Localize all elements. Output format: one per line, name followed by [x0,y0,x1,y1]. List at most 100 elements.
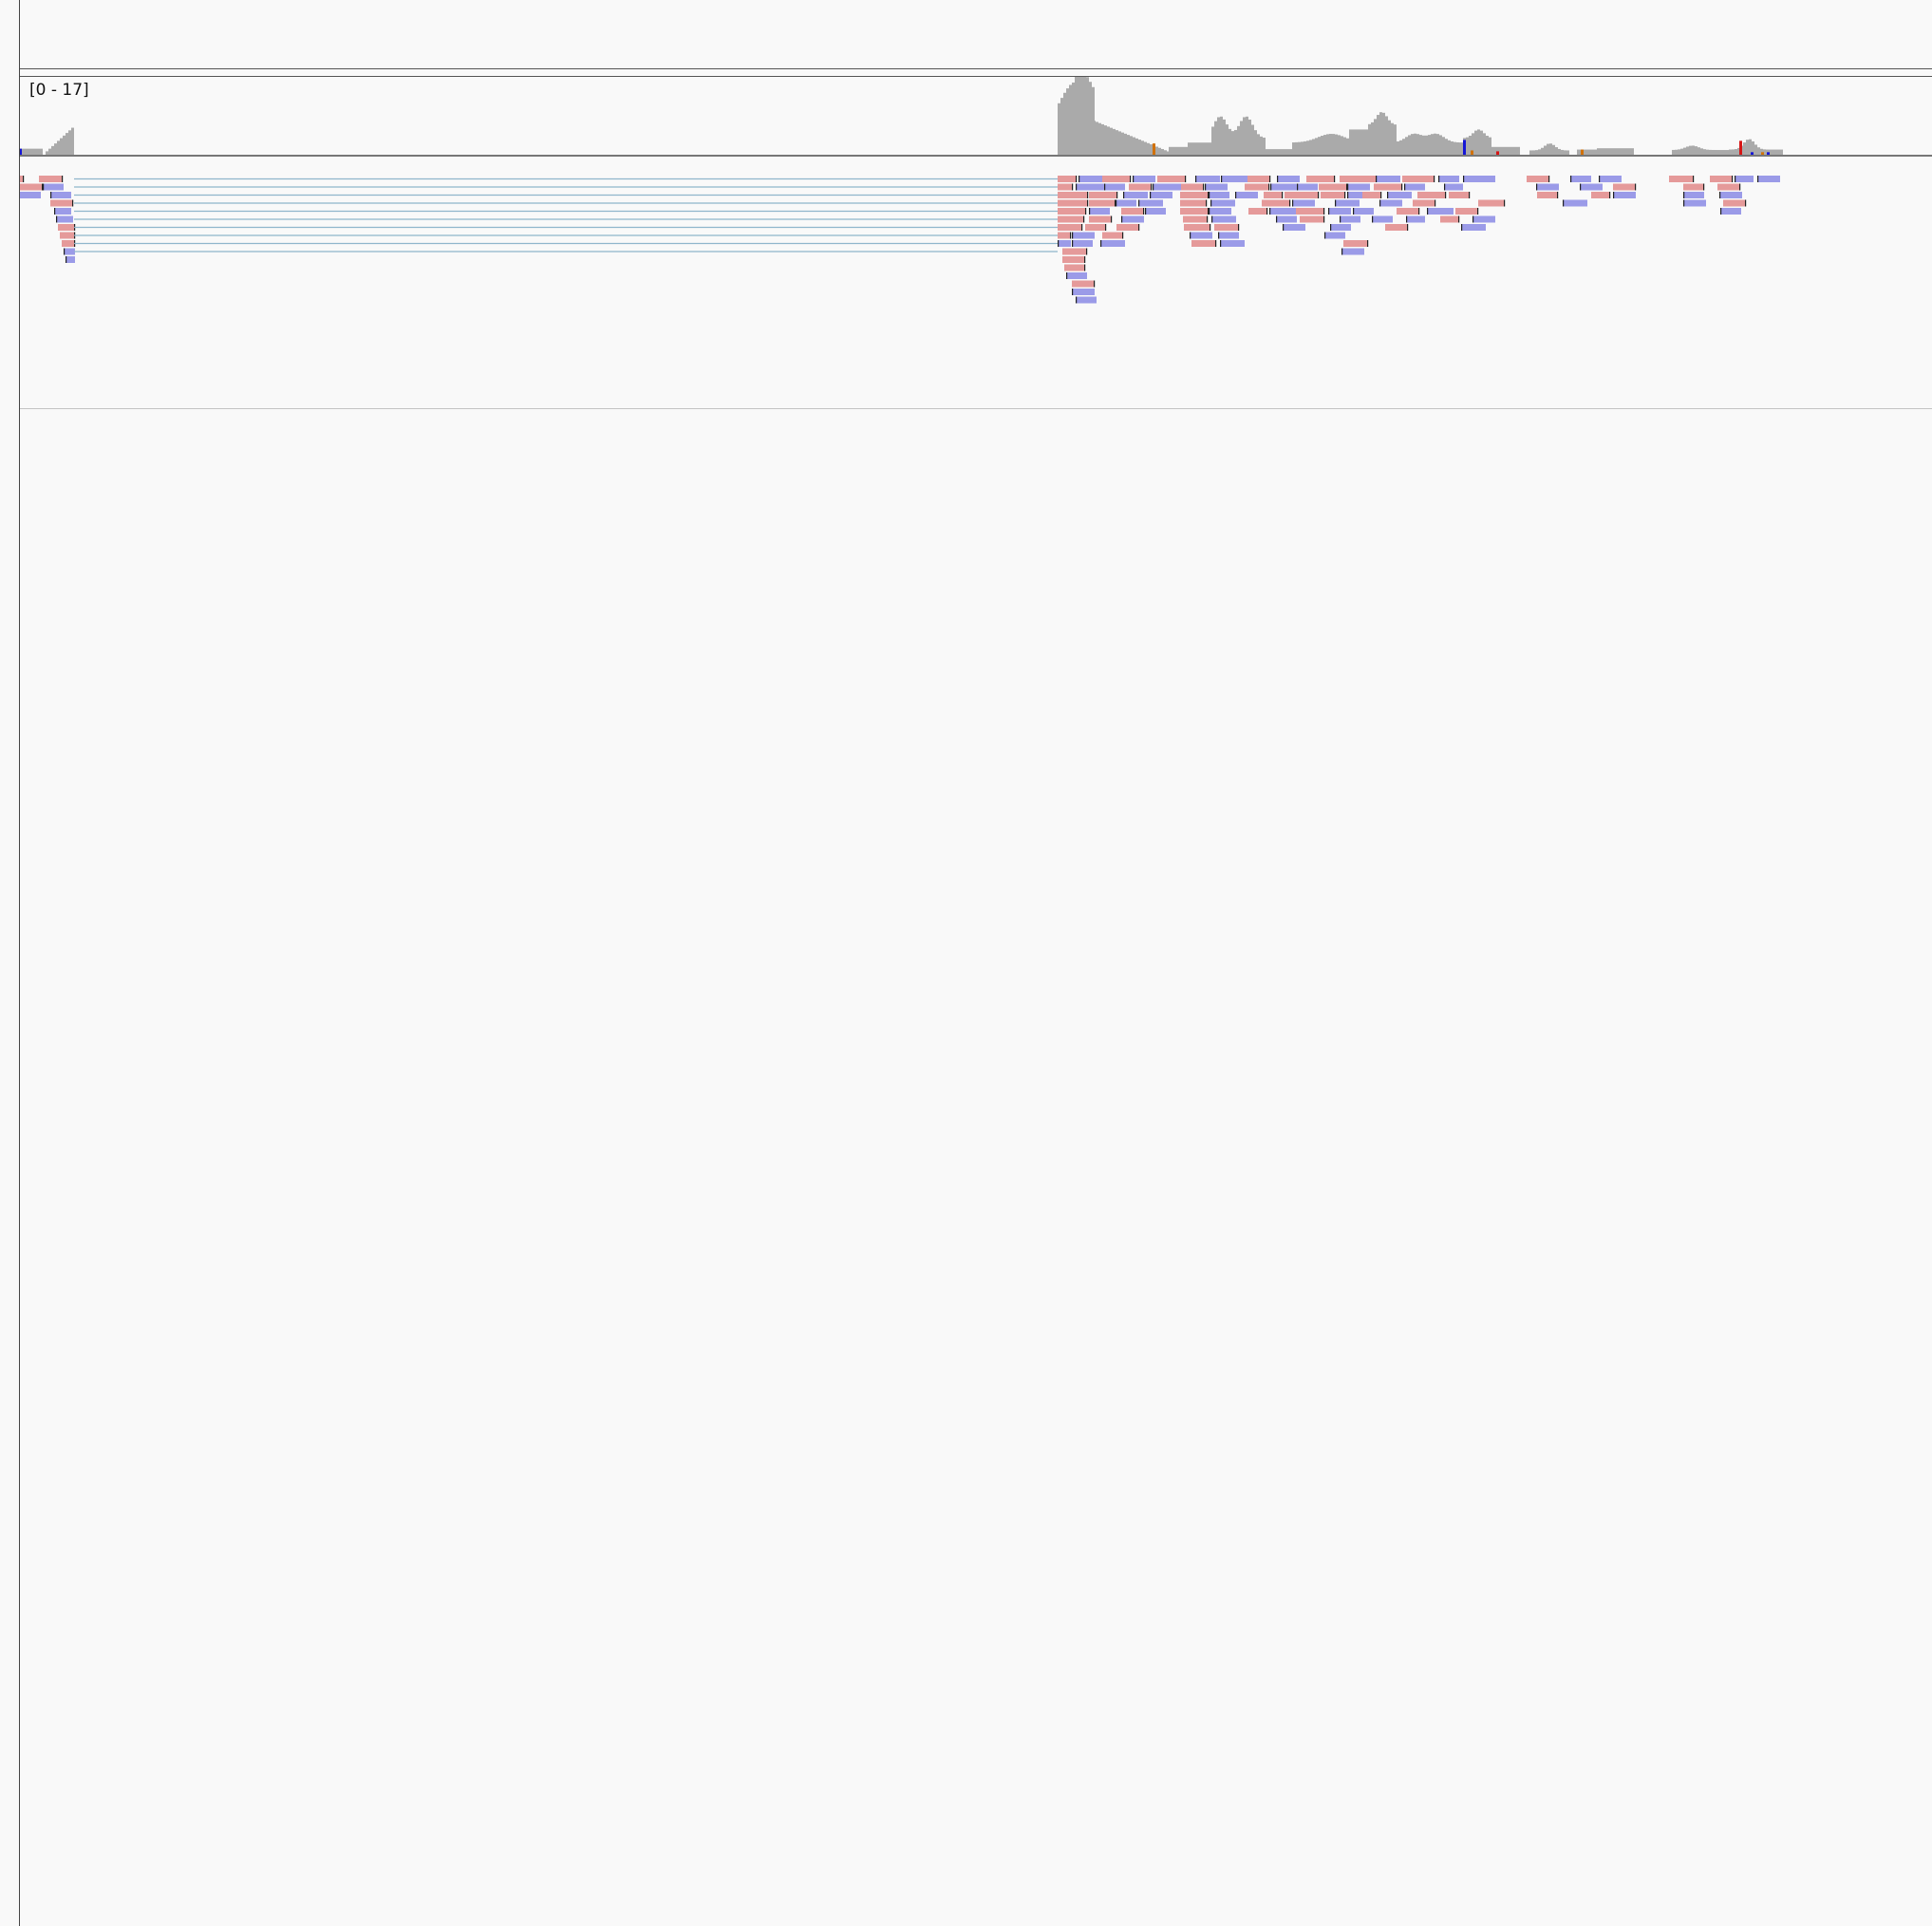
coverage-bar [1743,142,1746,156]
read-reverse [1324,232,1345,239]
coverage-bar [1292,142,1295,156]
softclip-mark [1123,192,1125,198]
softclip-mark [1458,215,1460,223]
softclip-mark [1570,176,1572,182]
read-forward [1180,208,1209,215]
coverage-bar [1358,129,1360,156]
coverage-bar [1394,124,1397,156]
softclip-mark [1344,192,1346,198]
read-reverse [1599,176,1622,182]
coverage-track[interactable] [20,76,1932,157]
coverage-bar [1480,130,1483,156]
coverage-bar [1063,92,1066,156]
read-forward [1248,208,1267,215]
coverage-bar [1352,129,1355,156]
coverage-bar [1234,129,1237,156]
coverage-bar [1379,112,1382,156]
coverage-bar [1459,142,1462,156]
softclip-mark [1190,232,1191,239]
softclip-mark [1599,176,1601,182]
read-reverse [1406,215,1425,223]
read-forward [60,232,75,239]
read-forward [1591,192,1610,198]
read-reverse [1270,183,1299,191]
coverage-bar [1332,134,1335,156]
softclip-mark [1353,208,1355,215]
coverage-bar [1113,128,1116,156]
softclip-mark [1745,199,1747,207]
softclip-mark [1203,183,1205,191]
coverage-bar [1483,133,1486,156]
softclip-mark [1635,183,1637,191]
read-reverse [1150,192,1172,198]
softclip-mark [1207,215,1209,223]
softclip-mark [50,192,52,198]
read-forward [1300,215,1324,223]
read-reverse [56,215,73,223]
read-forward [1129,183,1152,191]
alignment-track[interactable] [20,158,1932,408]
coverage-bar [1312,139,1315,156]
softclip-mark [1407,224,1409,231]
coverage-bar [1080,77,1083,156]
coverage-bar [1456,141,1459,156]
read-reverse [1269,208,1296,215]
read-forward [1319,183,1347,191]
softclip-mark [1434,176,1435,182]
coverage-bar [1208,142,1210,156]
read-forward [39,176,63,182]
read-forward [1306,176,1335,182]
read-forward [1455,208,1478,215]
coverage-bar [1304,140,1306,156]
read-forward [1669,176,1694,182]
coverage-bar [1295,141,1298,156]
coverage-bar [1093,121,1096,156]
softclip-mark [1277,176,1279,182]
coverage-bar [1402,139,1405,156]
coverage-bar [1355,129,1358,156]
coverage-bar [1066,88,1069,156]
softclip-mark [1292,199,1294,207]
read-forward [1058,215,1084,223]
softclip-mark [1444,183,1446,191]
read-reverse [1277,176,1300,182]
softclip-mark [1084,256,1086,263]
coverage-bar [1144,141,1147,156]
coverage-bar [1466,137,1469,156]
softclip-mark [1372,215,1374,223]
coverage-bar [1301,141,1304,156]
coverage-bar [1231,131,1234,156]
coverage-bar [1391,122,1394,156]
coverage-bar [1442,137,1445,156]
softclip-mark [1418,208,1420,215]
softclip-mark [1145,208,1147,215]
softclip-mark [1100,240,1102,247]
coverage-bar [1397,140,1399,156]
read-reverse [50,192,71,198]
softclip-mark [1209,208,1210,215]
read-forward [1374,183,1402,191]
softclip-mark [1076,183,1078,191]
read-reverse [1276,215,1297,223]
coverage-bar [1101,123,1104,156]
read-forward [1296,208,1324,215]
coverage-bar [1746,140,1749,156]
coverage-bar [1434,133,1436,156]
read-reverse [1072,240,1093,247]
coverage-bar [1451,140,1454,156]
read-reverse [1340,215,1360,223]
read-forward [20,183,43,191]
read-forward [1683,183,1704,191]
coverage-bar [1374,119,1377,156]
read-forward [1072,280,1095,288]
empty-track-area [20,409,1932,1926]
coverage-bar [1306,140,1309,156]
softclip-mark [1703,183,1705,191]
read-forward [1245,183,1269,191]
read-forward [1710,176,1733,182]
read-forward [1102,232,1123,239]
softclip-mark [1757,176,1759,182]
coverage-bar [1248,119,1251,156]
read-forward [1214,224,1239,231]
read-forward [1397,208,1419,215]
